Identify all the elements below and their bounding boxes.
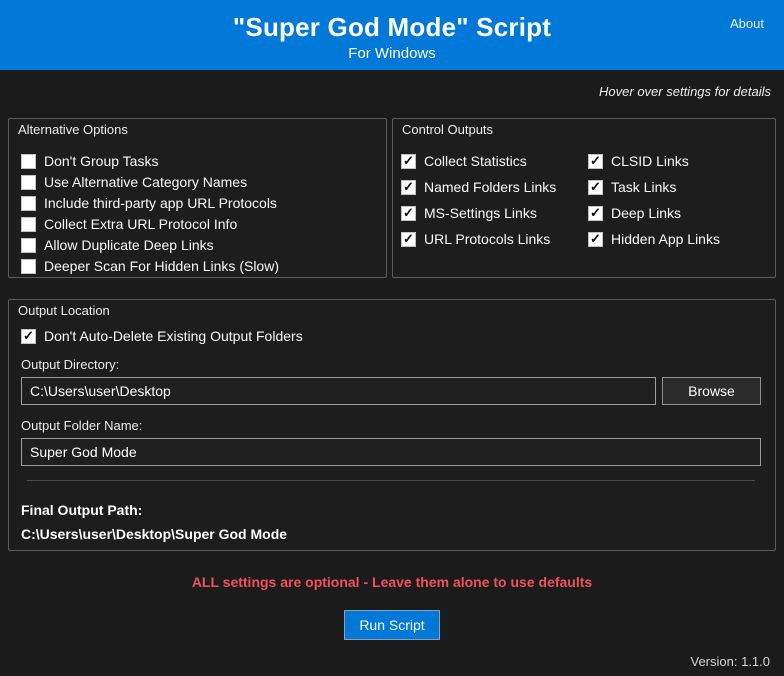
checkbox[interactable] [21,196,36,211]
option-ms-settings-links[interactable]: MS-Settings Links [401,205,588,221]
app-window: About "Super God Mode" Script For Window… [0,0,784,676]
checkbox-label: Deep Links [611,205,681,221]
option-duplicate-deep-links[interactable]: Allow Duplicate Deep Links [21,237,386,253]
run-script-button[interactable]: Run Script [344,610,439,640]
option-dont-group-tasks[interactable]: Don't Group Tasks [21,153,386,169]
output-directory-label: Output Directory: [21,357,761,372]
settings-optional-warning: ALL settings are optional - Leave them a… [0,574,784,590]
option-task-links[interactable]: Task Links [588,179,775,195]
checkbox[interactable] [21,259,36,274]
control-outputs-col1: Collect Statistics Named Folders Links M… [401,153,588,257]
final-output-path-label: Final Output Path: [21,502,761,518]
option-extra-protocol-info[interactable]: Collect Extra URL Protocol Info [21,216,386,232]
checkbox-label: Include third-party app URL Protocols [44,195,277,211]
control-outputs-col2: CLSID Links Task Links Deep Links Hidden… [588,153,775,257]
checkbox-label: Named Folders Links [424,179,556,195]
checkbox[interactable] [588,180,603,195]
checkbox[interactable] [21,154,36,169]
checkbox[interactable] [21,238,36,253]
checkbox-label: Deeper Scan For Hidden Links (Slow) [44,258,279,274]
option-alt-category-names[interactable]: Use Alternative Category Names [21,174,386,190]
checkbox-label: Don't Group Tasks [44,153,158,169]
checkbox[interactable] [588,206,603,221]
checkbox-label: Collect Extra URL Protocol Info [44,216,237,232]
group-title: Output Location [18,303,110,318]
app-header: About "Super God Mode" Script For Window… [0,0,784,70]
checkbox[interactable] [21,329,36,344]
option-dont-auto-delete[interactable]: Don't Auto-Delete Existing Output Folder… [21,328,761,344]
options-row: Alternative Options Don't Group Tasks Us… [8,118,776,278]
app-subtitle: For Windows [0,45,784,62]
checkbox[interactable] [588,154,603,169]
output-folder-name-input[interactable] [21,438,761,466]
option-collect-statistics[interactable]: Collect Statistics [401,153,588,169]
checkbox[interactable] [588,232,603,247]
output-directory-input[interactable] [21,377,656,405]
separator-line [27,480,755,481]
checkbox-label: Collect Statistics [424,153,527,169]
checkbox-label: Don't Auto-Delete Existing Output Folder… [44,328,303,344]
checkbox-label: Allow Duplicate Deep Links [44,237,214,253]
output-folder-name-row [21,438,761,466]
option-deep-links[interactable]: Deep Links [588,205,775,221]
control-outputs-group: Control Outputs Collect Statistics Named… [392,118,776,278]
option-hidden-app-links[interactable]: Hidden App Links [588,231,775,247]
version-text: Version: 1.1.0 [691,654,771,669]
option-clsid-links[interactable]: CLSID Links [588,153,775,169]
about-link[interactable]: About [730,16,764,31]
group-title: Control Outputs [402,122,493,137]
option-named-folders-links[interactable]: Named Folders Links [401,179,588,195]
alternative-options-group: Alternative Options Don't Group Tasks Us… [8,118,387,278]
checkbox[interactable] [401,180,416,195]
group-title: Alternative Options [18,122,128,137]
checkbox-label: Task Links [611,179,676,195]
checkbox[interactable] [401,154,416,169]
output-location-group: Output Location Don't Auto-Delete Existi… [8,299,776,551]
option-url-protocols-links[interactable]: URL Protocols Links [401,231,588,247]
checkbox-label: MS-Settings Links [424,205,537,221]
checkbox[interactable] [21,217,36,232]
checkbox[interactable] [21,175,36,190]
checkbox-label: CLSID Links [611,153,689,169]
checkbox-label: URL Protocols Links [424,231,550,247]
output-directory-row: Browse [21,377,761,405]
checkbox-label: Hidden App Links [611,231,720,247]
option-deeper-scan[interactable]: Deeper Scan For Hidden Links (Slow) [21,258,386,274]
option-third-party-protocols[interactable]: Include third-party app URL Protocols [21,195,386,211]
app-title: "Super God Mode" Script [0,0,784,43]
checkbox[interactable] [401,206,416,221]
browse-button[interactable]: Browse [662,377,761,405]
final-output-path-value: C:\Users\user\Desktop\Super God Mode [21,526,761,542]
checkbox-label: Use Alternative Category Names [44,174,247,190]
output-folder-name-label: Output Folder Name: [21,418,761,433]
checkbox[interactable] [401,232,416,247]
hover-hint-text: Hover over settings for details [0,70,784,118]
